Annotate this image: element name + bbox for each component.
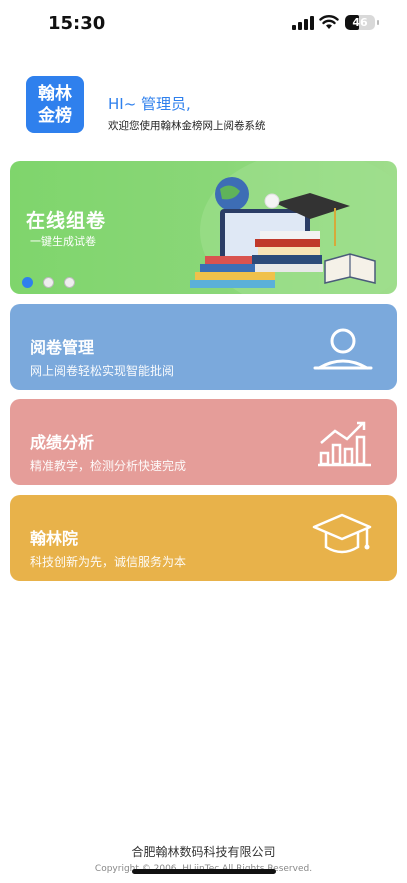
footer-company: 合肥翰林数码科技有限公司 [131,845,276,859]
card-title: 翰林院 [30,529,79,548]
banner-carousel[interactable]: 在线组卷 一键生成试卷 [10,161,397,294]
card-title: 阅卷管理 [30,338,95,357]
battery-level: 46 [352,16,368,29]
wifi-icon [319,15,339,29]
chart-icon [318,421,371,467]
banner-subtitle: 一键生成试卷 [30,235,96,248]
carousel-indicators [22,273,80,292]
card-subtitle: 科技创新为先，诚信服务为本 [30,555,187,569]
card-title: 成绩分析 [30,433,95,452]
card-score-analysis[interactable]: 成绩分析 精准教学，检测分析快速完成 [10,399,397,485]
card-grading-management[interactable]: 阅卷管理 网上阅卷轻松实现智能批阅 [10,304,397,390]
status-bar: 15:30 46 [0,0,407,50]
card-subtitle: 精准教学，检测分析快速完成 [30,459,187,473]
graduation-cap-icon [312,513,372,554]
banner-title: 在线组卷 [26,210,107,232]
app-logo: 翰林 金榜 [26,76,84,133]
logo-line2: 金榜 [38,105,72,126]
greeting-text: HI~ 管理员, [108,95,191,113]
carousel-dot-2[interactable] [43,277,55,288]
logo-line1: 翰林 [38,83,72,104]
signal-icon [292,16,314,30]
carousel-dot-3[interactable] [64,277,76,288]
battery-nub [377,20,379,25]
home-indicator[interactable] [132,869,276,874]
user-icon [313,328,373,370]
status-time: 15:30 [48,13,106,34]
battery-icon: 46 [345,15,375,30]
card-hanlin-academy[interactable]: 翰林院 科技创新为先，诚信服务为本 [10,495,397,581]
card-subtitle: 网上阅卷轻松实现智能批阅 [30,364,175,378]
carousel-dot-1[interactable] [22,277,33,288]
welcome-text: 欢迎您使用翰林金榜网上阅卷系统 [108,120,266,132]
